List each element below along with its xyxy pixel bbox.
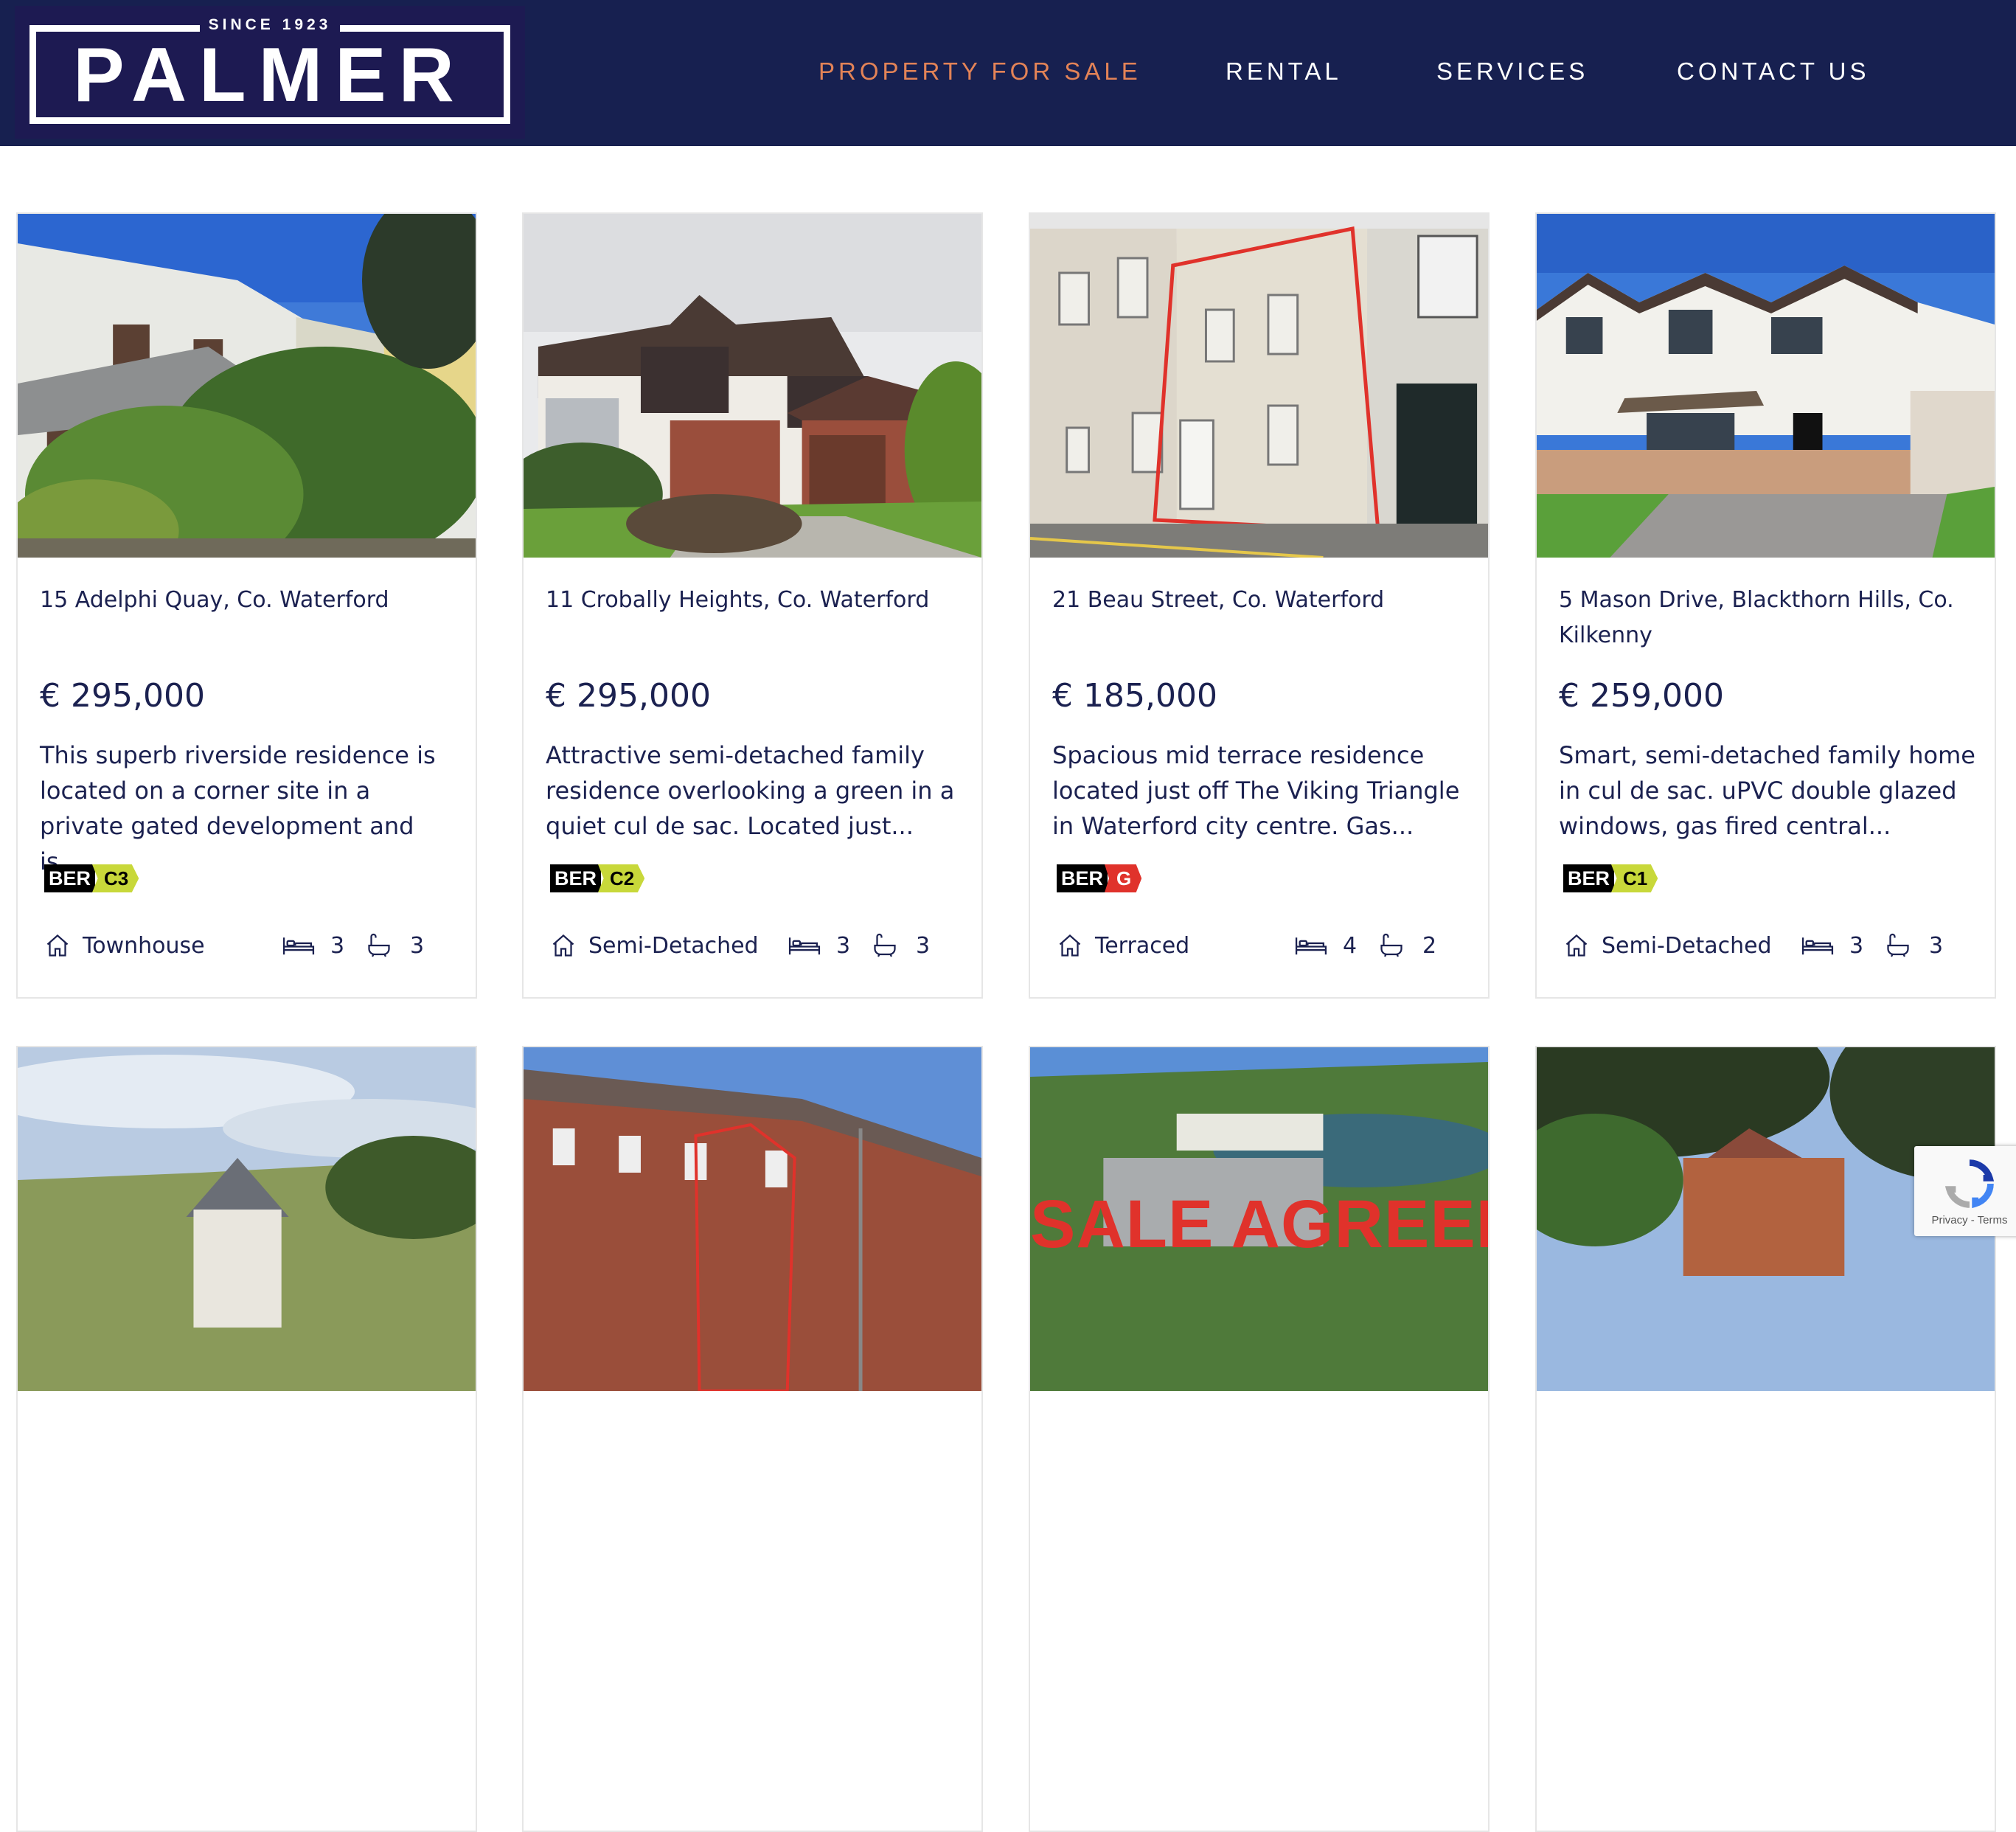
nav-property-for-sale[interactable]: PROPERTY FOR SALE: [818, 53, 1141, 90]
bedrooms: 3: [788, 931, 850, 960]
property-description: Spacious mid terrace residence located j…: [1052, 741, 1460, 840]
listing-card[interactable]: 15 Adelphi Quay, Co. Waterford € 295,000…: [16, 212, 477, 999]
listing-card[interactable]: [16, 1046, 477, 1832]
property-photo[interactable]: [18, 1047, 476, 1391]
ber-rating: C3: [92, 864, 139, 892]
recaptcha-icon: [1944, 1159, 1995, 1209]
bath-icon: [872, 932, 898, 959]
ber-badge: BER C3: [44, 864, 139, 892]
property-address[interactable]: 5 Mason Drive, Blackthorn Hills, Co. Kil…: [1559, 583, 1979, 653]
property-photo[interactable]: SALE AGREED: [1030, 1047, 1488, 1391]
property-price: € 259,000: [1559, 677, 1724, 715]
bedrooms-count: 3: [836, 932, 851, 959]
bedrooms: 3: [1801, 931, 1863, 960]
ber-badge: BER C2: [550, 864, 645, 892]
nav-contact-us[interactable]: CONTACT US: [1677, 53, 1869, 90]
house-icon: [550, 932, 577, 959]
property-photo[interactable]: [524, 214, 981, 558]
bed-icon: [282, 934, 316, 957]
bedrooms: 4: [1294, 931, 1357, 960]
bathrooms-count: 3: [1929, 932, 1944, 959]
bed-icon: [1294, 934, 1328, 957]
bedrooms-count: 3: [330, 932, 345, 959]
bed-icon: [788, 934, 821, 957]
ber-rating: C1: [1611, 864, 1658, 892]
property-type: Semi-Detached: [1563, 931, 1772, 960]
recaptcha-links[interactable]: Privacy - Terms: [1914, 1214, 2016, 1226]
listing-card[interactable]: 11 Crobally Heights, Co. Waterford € 295…: [522, 212, 983, 999]
property-description: This superb riverside residence is locat…: [40, 741, 436, 875]
bathrooms: 3: [872, 931, 930, 960]
bath-icon: [1885, 932, 1911, 959]
bathrooms-count: 2: [1422, 932, 1437, 959]
listing-card[interactable]: SALE AGREED: [1029, 1046, 1490, 1832]
bedrooms-count: 3: [1849, 932, 1864, 959]
bathrooms-count: 3: [916, 932, 931, 959]
listing-card[interactable]: 21 Beau Street, Co. Waterford € 185,000 …: [1029, 212, 1490, 999]
ber-rating: G: [1105, 864, 1142, 892]
bath-icon: [1378, 932, 1405, 959]
property-type-label: Semi-Detached: [1602, 932, 1772, 959]
listing-card[interactable]: [522, 1046, 983, 1832]
house-icon: [1563, 932, 1590, 959]
property-type: Terraced: [1057, 931, 1189, 960]
listing-card[interactable]: 5 Mason Drive, Blackthorn Hills, Co. Kil…: [1535, 212, 1996, 999]
property-description: Attractive semi-detached family residenc…: [546, 741, 955, 840]
ber-badge: BER C1: [1563, 864, 1658, 892]
property-photo[interactable]: [524, 1047, 981, 1391]
property-photo[interactable]: [18, 214, 476, 558]
bedrooms: 3: [282, 931, 344, 960]
house-icon: [1057, 932, 1083, 959]
property-type-label: Semi-Detached: [588, 932, 759, 959]
ber-label: BER: [1057, 864, 1108, 892]
property-price: € 295,000: [40, 677, 205, 715]
property-type: Townhouse: [44, 931, 205, 960]
property-address[interactable]: 11 Crobally Heights, Co. Waterford: [546, 583, 966, 618]
bathrooms: 3: [1885, 931, 1943, 960]
recaptcha-badge[interactable]: Privacy - Terms: [1914, 1146, 2016, 1236]
nav-rental[interactable]: RENTAL: [1226, 53, 1342, 90]
property-address[interactable]: 15 Adelphi Quay, Co. Waterford: [40, 583, 460, 618]
property-type-label: Terraced: [1095, 932, 1190, 959]
property-address[interactable]: 21 Beau Street, Co. Waterford: [1052, 583, 1473, 618]
site-header: SINCE 1923 PALMER PROPERTY FOR SALE RENT…: [0, 0, 2016, 146]
bed-icon: [1801, 934, 1835, 957]
bath-icon: [366, 932, 392, 959]
ber-label: BER: [1563, 864, 1615, 892]
property-type-label: Townhouse: [83, 932, 205, 959]
logo-since-text: SINCE 1923: [199, 16, 341, 33]
bathrooms-count: 3: [410, 932, 425, 959]
logo-wordmark: PALMER: [73, 32, 467, 118]
nav-services[interactable]: SERVICES: [1436, 53, 1588, 90]
property-type: Semi-Detached: [550, 931, 759, 960]
property-price: € 295,000: [546, 677, 711, 715]
property-price: € 185,000: [1052, 677, 1217, 715]
house-icon: [44, 932, 71, 959]
property-photo[interactable]: [1537, 214, 1995, 558]
bedrooms-count: 4: [1343, 932, 1358, 959]
ber-rating: C2: [598, 864, 645, 892]
property-description: Smart, semi-detached family home in cul …: [1559, 741, 1975, 840]
palmer-logo[interactable]: SINCE 1923 PALMER: [15, 6, 525, 139]
sale-agreed-overlay: SALE AGREED: [1030, 1187, 1488, 1262]
ber-label: BER: [550, 864, 602, 892]
ber-label: BER: [44, 864, 96, 892]
bathrooms: 3: [366, 931, 424, 960]
bathrooms: 2: [1378, 931, 1436, 960]
ber-badge: BER G: [1057, 864, 1142, 892]
property-photo[interactable]: [1030, 214, 1488, 558]
